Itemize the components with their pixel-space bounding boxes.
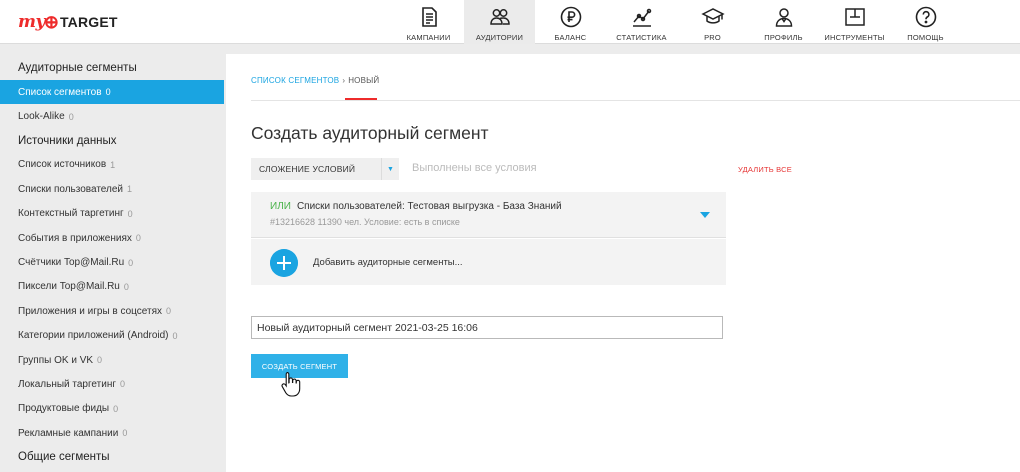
nav-campaigns[interactable]: КАМПАНИИ (393, 0, 464, 44)
sidebar-item-count: 0 (68, 111, 74, 122)
sidebar-item-label: Группы OK и VK (18, 354, 94, 366)
sidebar-item-app-events[interactable]: События в приложениях 0 (0, 226, 224, 250)
sidebar-item-count: 1 (110, 159, 116, 170)
sidebar-item-social-apps[interactable]: Приложения и игры в соцсетях 0 (0, 299, 224, 323)
nav-label: БАЛАНС (554, 33, 587, 42)
sidebar-item-label: Рекламные кампании (18, 427, 119, 439)
add-audience-segments-button[interactable]: Добавить аудиторные сегменты... (251, 239, 726, 285)
sidebar-item-count: 1 (127, 184, 133, 195)
main-nav: КАМПАНИИ АУДИТОРИИ БАЛАНС СТАТИСТИКА PRO… (393, 0, 961, 44)
tools-icon (844, 8, 865, 26)
main-panel: СПИСОК СЕГМЕНТОВ › НОВЫЙ Создать аудиторны… (226, 54, 1020, 472)
triangle-down-icon[interactable] (699, 210, 711, 220)
sidebar-item-count: 0 (123, 281, 129, 292)
breadcrumb-divider (251, 100, 1020, 101)
sidebar-item-label: Категории приложений (Android) (18, 330, 169, 342)
sidebar-item-top-mail-counters[interactable]: Счётчики Top@Mail.Ru 0 (0, 250, 224, 274)
plus-icon (270, 249, 298, 277)
segment-title: Списки пользователей: Тестовая выгрузка … (296, 201, 562, 212)
segment-operator: ИЛИ (270, 201, 291, 212)
sidebar-item-label: Список источников (18, 159, 107, 171)
condition-type-select[interactable]: СЛОЖЕНИЕ УСЛОВИЙ ▼ (251, 158, 399, 180)
sidebar-item-count: 0 (135, 233, 141, 244)
nav-statistics[interactable]: СТАТИСТИКА (606, 0, 677, 44)
sidebar-item-label: Списки пользователей (18, 183, 124, 195)
segment-title-line: ИЛИ Списки пользователей: Тестовая выгруз… (270, 201, 562, 212)
sidebar-item-count: 0 (172, 330, 178, 341)
sidebar-item-label: Пиксели Top@Mail.Ru (18, 281, 120, 293)
nav-label: PRO (704, 33, 721, 42)
segment-condition-card[interactable]: ИЛИ Списки пользователей: Тестовая выгруз… (251, 192, 726, 238)
nav-label: ИНСТРУМЕНТЫ (824, 33, 885, 42)
sidebar-item-top-mail-pixels[interactable]: Пиксели Top@Mail.Ru 0 (0, 275, 224, 299)
nav-tools[interactable]: ИНСТРУМЕНТЫ (819, 0, 890, 44)
nav-label: ПОМОЩЬ (907, 33, 944, 42)
sidebar-item-product-feeds[interactable]: Продуктовые фиды 0 (0, 397, 224, 421)
nav-pro[interactable]: PRO (677, 0, 748, 44)
breadcrumb: СПИСОК СЕГМЕНТОВ › НОВЫЙ (251, 76, 379, 85)
sidebar-item-label: События в приложениях (18, 232, 132, 244)
sidebar-item-count: 0 (166, 306, 172, 317)
question-icon (915, 6, 936, 28)
sidebar-item-local-targeting[interactable]: Локальный таргетинг 0 (0, 372, 224, 396)
chevron-down-icon: ▼ (381, 158, 399, 180)
nav-balance[interactable]: БАЛАНС (535, 0, 606, 44)
breadcrumb-link-segment-list[interactable]: СПИСОК СЕГМЕНТОВ (251, 76, 339, 85)
sidebar-item-ok-vk-groups[interactable]: Группы OK и VK 0 (0, 348, 224, 372)
delete-all-button[interactable]: УДАЛИТЬ ВСЕ (738, 165, 792, 174)
sidebar-item-user-lists[interactable]: Списки пользователей 1 (0, 177, 224, 201)
sidebar-item-count: 0 (127, 208, 133, 219)
sidebar-item-label: Локальный таргетинг (18, 378, 116, 390)
sidebar: Аудиторные сегменты Список сегментов 0 Lo… (0, 56, 224, 472)
sidebar-item-count: 0 (105, 87, 111, 98)
nav-help[interactable]: ПОМОЩЬ (890, 0, 961, 44)
sidebar-item-label: Счётчики Top@Mail.Ru (18, 257, 125, 269)
breadcrumb-current: НОВЫЙ (348, 76, 380, 85)
sidebar-heading-common-segments: Общие сегменты (18, 451, 110, 464)
top-header: my ⊕ TARGET КАМПАНИИ АУДИТОРИИ БАЛАНС СТ… (0, 0, 1020, 44)
nav-label: АУДИТОРИИ (475, 33, 524, 42)
hand-pointer-icon (281, 371, 301, 397)
sidebar-item-count: 0 (119, 379, 125, 390)
add-audience-segments-label: Добавить аудиторные сегменты... (313, 257, 463, 268)
nav-label: ПРОФИЛЬ (764, 33, 803, 42)
graduation-cap-icon (700, 8, 725, 24)
sidebar-item-ad-campaigns[interactable]: Рекламные кампании 0 (0, 421, 224, 445)
document-icon (421, 7, 437, 27)
sidebar-item-count: 0 (97, 355, 103, 366)
sidebar-item-segment-list[interactable]: Список сегментов 0 (0, 80, 224, 105)
condition-type-value: СЛОЖЕНИЕ УСЛОВИЙ (259, 164, 356, 174)
sidebar-item-label: Контекстный таргетинг (18, 208, 124, 220)
user-icon (775, 8, 792, 27)
nav-label: СТАТИСТИКА (616, 33, 667, 42)
sidebar-item-count: 0 (122, 428, 128, 439)
sidebar-item-count: 0 (113, 403, 119, 414)
sidebar-item-look-alike[interactable]: Look-Alike 0 (0, 104, 224, 128)
logo-target-icon: ⊕ (43, 11, 59, 32)
nav-label: КАМПАНИИ (406, 33, 451, 42)
users-icon (489, 9, 510, 25)
sidebar-item-android-categories[interactable]: Категории приложений (Android) 0 (0, 324, 224, 348)
segment-meta: #13216628 11390 чел. Условие: есть в спи… (270, 217, 460, 227)
sidebar-item-label: Look-Alike (18, 111, 65, 123)
logo-target-text: TARGET (59, 14, 118, 30)
sidebar-item-count: 0 (128, 257, 134, 268)
nav-profile[interactable]: ПРОФИЛЬ (748, 0, 819, 44)
sidebar-item-label: Продуктовые фиды (18, 403, 110, 415)
mytarget-logo[interactable]: my ⊕ TARGET (18, 10, 118, 34)
page-title: Создать аудиторный сегмент (251, 123, 489, 143)
sidebar-item-source-list[interactable]: Список источников 1 (0, 153, 224, 177)
sidebar-heading-audience-segments: Аудиторные сегменты (18, 62, 137, 74)
sidebar-item-label: Приложения и игры в соцсетях (18, 305, 163, 317)
sidebar-heading-data-sources: Источники данных (18, 134, 117, 147)
segment-name-input[interactable] (251, 316, 723, 339)
logo-my-text: my (18, 12, 45, 32)
chart-line-icon (632, 8, 651, 27)
condition-description: Выполнены все условия (412, 162, 537, 174)
ruble-icon (560, 6, 581, 28)
sidebar-item-label: Список сегментов (18, 86, 102, 98)
nav-audiences[interactable]: АУДИТОРИИ (464, 0, 535, 44)
sidebar-item-context-targeting[interactable]: Контекстный таргетинг 0 (0, 202, 224, 226)
breadcrumb-separator: › (342, 76, 346, 85)
